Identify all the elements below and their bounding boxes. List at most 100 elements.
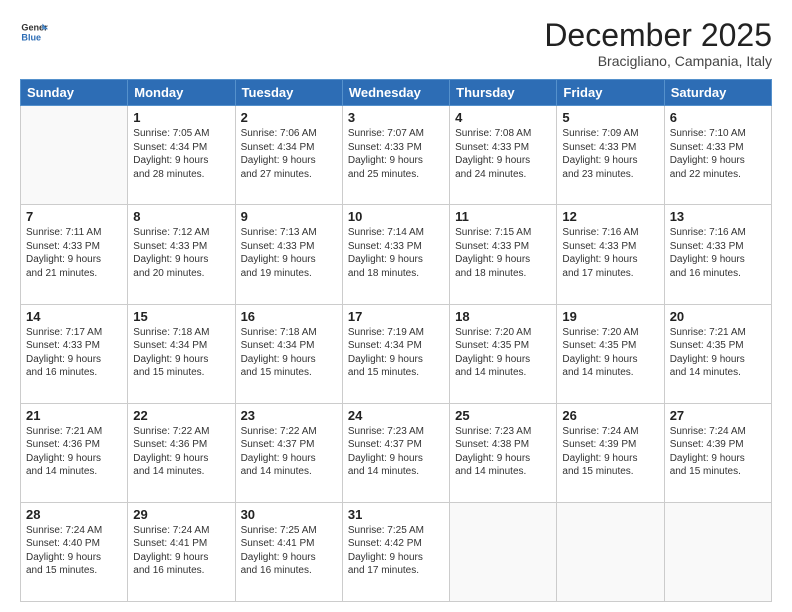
calendar-cell: 30Sunrise: 7:25 AM Sunset: 4:41 PM Dayli… <box>235 502 342 601</box>
day-info: Sunrise: 7:17 AM Sunset: 4:33 PM Dayligh… <box>26 326 122 380</box>
day-info: Sunrise: 7:06 AM Sunset: 4:34 PM Dayligh… <box>241 127 337 181</box>
calendar-week-row: 21 Sunrise: 7:21 AM Sunset: 4:36 PM Dayli… <box>21 403 772 502</box>
calendar-cell: 9 Sunrise: 7:13 AM Sunset: 4:33 PM Daylig… <box>235 205 342 304</box>
calendar-cell: 27 Sunrise: 7:24 AM Sunset: 4:39 PM Dayli… <box>664 403 771 502</box>
day-info: Sunrise: 7:22 AM Sunset: 4:36 PM Dayligh… <box>133 425 229 479</box>
calendar-cell: 1 Sunrise: 7:05 AM Sunset: 4:34 PM Daylig… <box>128 106 235 205</box>
day-number: 30 <box>241 507 337 522</box>
logo-icon: General Blue <box>20 18 48 46</box>
day-info: Sunrise: 7:05 AM Sunset: 4:34 PM Dayligh… <box>133 127 229 181</box>
calendar-cell: 16 Sunrise: 7:18 AM Sunset: 4:34 PM Dayli… <box>235 304 342 403</box>
calendar-week-row: 1 Sunrise: 7:05 AM Sunset: 4:34 PM Daylig… <box>21 106 772 205</box>
day-info: Sunrise: 7:07 AM Sunset: 4:33 PM Dayligh… <box>348 127 444 181</box>
day-number: 8 <box>133 209 229 224</box>
weekday-header-thursday: Thursday <box>450 80 557 106</box>
day-number: 27 <box>670 408 766 423</box>
calendar-cell: 7Sunrise: 7:11 AM Sunset: 4:33 PM Daylig… <box>21 205 128 304</box>
day-info: Sunrise: 7:22 AM Sunset: 4:37 PM Dayligh… <box>241 425 337 479</box>
day-number: 28 <box>26 507 122 522</box>
calendar-cell: 31 Sunrise: 7:25 AM Sunset: 4:42 PM Dayli… <box>342 502 449 601</box>
day-number: 10 <box>348 209 444 224</box>
day-info: Sunrise: 7:24 AM Sunset: 4:39 PM Dayligh… <box>562 425 658 479</box>
day-info: Sunrise: 7:09 AM Sunset: 4:33 PM Dayligh… <box>562 127 658 181</box>
day-info: Sunrise: 7:14 AM Sunset: 4:33 PM Dayligh… <box>348 226 444 280</box>
calendar-cell: 15 Sunrise: 7:18 AM Sunset: 4:34 PM Dayli… <box>128 304 235 403</box>
calendar-cell: 22 Sunrise: 7:22 AM Sunset: 4:36 PM Dayli… <box>128 403 235 502</box>
day-number: 26 <box>562 408 658 423</box>
calendar-week-row: 7Sunrise: 7:11 AM Sunset: 4:33 PM Daylig… <box>21 205 772 304</box>
calendar-cell: 28 Sunrise: 7:24 AM Sunset: 4:40 PM Dayli… <box>21 502 128 601</box>
calendar-week-row: 28 Sunrise: 7:24 AM Sunset: 4:40 PM Dayli… <box>21 502 772 601</box>
day-info: Sunrise: 7:16 AM Sunset: 4:33 PM Dayligh… <box>562 226 658 280</box>
day-number: 23 <box>241 408 337 423</box>
day-info: Sunrise: 7:23 AM Sunset: 4:37 PM Dayligh… <box>348 425 444 479</box>
weekday-header-row: SundayMondayTuesdayWednesdayThursdayFrid… <box>21 80 772 106</box>
calendar-cell: 20 Sunrise: 7:21 AM Sunset: 4:35 PM Dayli… <box>664 304 771 403</box>
day-number: 5 <box>562 110 658 125</box>
calendar-cell: 2 Sunrise: 7:06 AM Sunset: 4:34 PM Daylig… <box>235 106 342 205</box>
logo: General Blue <box>20 18 48 46</box>
day-number: 31 <box>348 507 444 522</box>
weekday-header-friday: Friday <box>557 80 664 106</box>
day-info: Sunrise: 7:24 AM Sunset: 4:40 PM Dayligh… <box>26 524 122 578</box>
calendar-cell: 3Sunrise: 7:07 AM Sunset: 4:33 PM Daylig… <box>342 106 449 205</box>
day-info: Sunrise: 7:08 AM Sunset: 4:33 PM Dayligh… <box>455 127 551 181</box>
day-number: 21 <box>26 408 122 423</box>
calendar-cell: 24 Sunrise: 7:23 AM Sunset: 4:37 PM Dayli… <box>342 403 449 502</box>
day-info: Sunrise: 7:20 AM Sunset: 4:35 PM Dayligh… <box>562 326 658 380</box>
calendar-cell: 6 Sunrise: 7:10 AM Sunset: 4:33 PM Daylig… <box>664 106 771 205</box>
day-info: Sunrise: 7:18 AM Sunset: 4:34 PM Dayligh… <box>133 326 229 380</box>
calendar-table: SundayMondayTuesdayWednesdayThursdayFrid… <box>20 79 772 602</box>
calendar-cell: 11Sunrise: 7:15 AM Sunset: 4:33 PM Dayli… <box>450 205 557 304</box>
day-number: 12 <box>562 209 658 224</box>
title-block: December 2025 Bracigliano, Campania, Ita… <box>544 18 772 69</box>
day-number: 20 <box>670 309 766 324</box>
day-info: Sunrise: 7:15 AM Sunset: 4:33 PM Dayligh… <box>455 226 551 280</box>
day-number: 1 <box>133 110 229 125</box>
calendar-cell: 13 Sunrise: 7:16 AM Sunset: 4:33 PM Dayli… <box>664 205 771 304</box>
day-info: Sunrise: 7:13 AM Sunset: 4:33 PM Dayligh… <box>241 226 337 280</box>
calendar-cell <box>557 502 664 601</box>
day-number: 9 <box>241 209 337 224</box>
calendar-cell: 4 Sunrise: 7:08 AM Sunset: 4:33 PM Daylig… <box>450 106 557 205</box>
day-info: Sunrise: 7:11 AM Sunset: 4:33 PM Dayligh… <box>26 226 122 280</box>
day-number: 25 <box>455 408 551 423</box>
day-info: Sunrise: 7:21 AM Sunset: 4:36 PM Dayligh… <box>26 425 122 479</box>
day-info: Sunrise: 7:21 AM Sunset: 4:35 PM Dayligh… <box>670 326 766 380</box>
calendar-cell <box>21 106 128 205</box>
location: Bracigliano, Campania, Italy <box>544 53 772 69</box>
calendar-cell: 5 Sunrise: 7:09 AM Sunset: 4:33 PM Daylig… <box>557 106 664 205</box>
day-number: 13 <box>670 209 766 224</box>
day-number: 4 <box>455 110 551 125</box>
day-info: Sunrise: 7:19 AM Sunset: 4:34 PM Dayligh… <box>348 326 444 380</box>
day-info: Sunrise: 7:24 AM Sunset: 4:39 PM Dayligh… <box>670 425 766 479</box>
day-number: 2 <box>241 110 337 125</box>
weekday-header-sunday: Sunday <box>21 80 128 106</box>
day-info: Sunrise: 7:25 AM Sunset: 4:42 PM Dayligh… <box>348 524 444 578</box>
calendar-week-row: 14 Sunrise: 7:17 AM Sunset: 4:33 PM Dayli… <box>21 304 772 403</box>
calendar-cell: 14 Sunrise: 7:17 AM Sunset: 4:33 PM Dayli… <box>21 304 128 403</box>
calendar-cell: 29Sunrise: 7:24 AM Sunset: 4:41 PM Dayli… <box>128 502 235 601</box>
month-title: December 2025 <box>544 18 772 53</box>
day-number: 17 <box>348 309 444 324</box>
day-info: Sunrise: 7:23 AM Sunset: 4:38 PM Dayligh… <box>455 425 551 479</box>
calendar-cell: 17 Sunrise: 7:19 AM Sunset: 4:34 PM Dayli… <box>342 304 449 403</box>
calendar-cell <box>450 502 557 601</box>
weekday-header-saturday: Saturday <box>664 80 771 106</box>
day-info: Sunrise: 7:12 AM Sunset: 4:33 PM Dayligh… <box>133 226 229 280</box>
day-number: 24 <box>348 408 444 423</box>
weekday-header-wednesday: Wednesday <box>342 80 449 106</box>
day-number: 6 <box>670 110 766 125</box>
day-number: 16 <box>241 309 337 324</box>
header: General Blue December 2025 Bracigliano, … <box>20 18 772 69</box>
day-info: Sunrise: 7:20 AM Sunset: 4:35 PM Dayligh… <box>455 326 551 380</box>
day-number: 29 <box>133 507 229 522</box>
day-number: 15 <box>133 309 229 324</box>
day-number: 14 <box>26 309 122 324</box>
day-number: 22 <box>133 408 229 423</box>
calendar-cell: 26 Sunrise: 7:24 AM Sunset: 4:39 PM Dayli… <box>557 403 664 502</box>
day-number: 18 <box>455 309 551 324</box>
day-info: Sunrise: 7:18 AM Sunset: 4:34 PM Dayligh… <box>241 326 337 380</box>
day-info: Sunrise: 7:16 AM Sunset: 4:33 PM Dayligh… <box>670 226 766 280</box>
day-info: Sunrise: 7:10 AM Sunset: 4:33 PM Dayligh… <box>670 127 766 181</box>
